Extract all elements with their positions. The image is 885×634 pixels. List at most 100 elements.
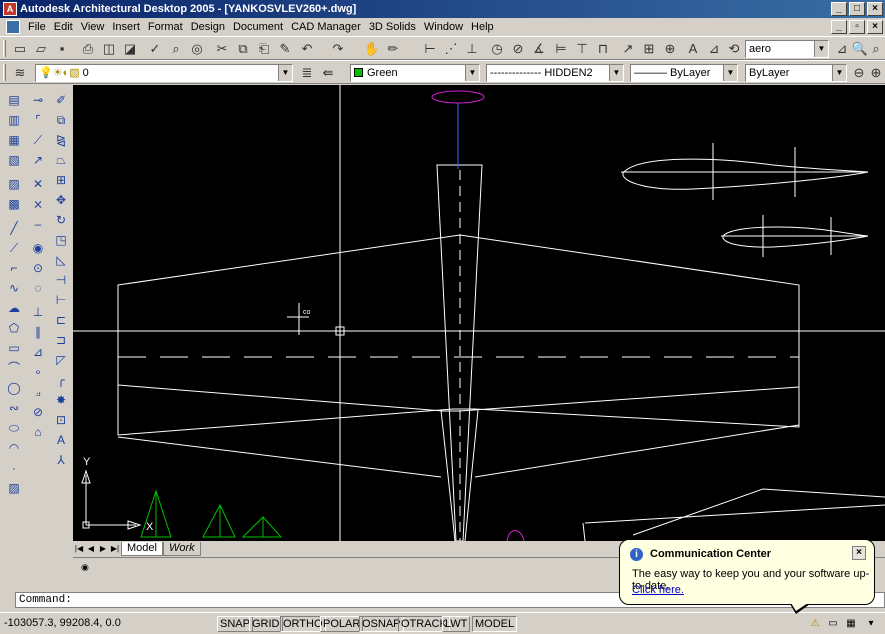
dimension-aligned-icon[interactable]: ⋰ [441,39,461,59]
cut-icon[interactable]: ✂ [212,39,232,59]
revcloud-icon[interactable]: ∾ [4,399,24,417]
scroll-icon[interactable]: ◉ [81,562,89,573]
door-icon[interactable]: ▥ [4,111,24,129]
ortho-toggle[interactable]: ORTHO [280,616,326,632]
dimension-style-icon[interactable]: ⊿ [832,39,852,59]
break-icon[interactable]: ⊏ [51,311,71,329]
status-menu-icon[interactable]: ▾ [864,617,878,630]
line-icon[interactable]: ╱ [4,219,24,237]
paste-icon[interactable]: ⎗ [254,39,274,59]
point-icon[interactable]: · [4,459,24,477]
construction-line-icon[interactable]: ⟋ [4,239,24,257]
trim-icon[interactable]: ⊣ [51,271,71,289]
wall-icon[interactable]: ▤ [4,91,24,109]
redo-icon[interactable]: ↷ [328,39,348,59]
tab-work[interactable]: Work [162,541,201,556]
menu-help[interactable]: Help [467,21,498,33]
minimize-button[interactable]: _ [831,2,847,16]
save-icon[interactable]: ▪ [52,39,72,59]
polyline-icon[interactable]: ⌐ [4,259,24,277]
corner-icon[interactable]: ⌜ [28,111,48,129]
coordinates-readout[interactable]: -103057.3, 99208.4, 0.0 [4,617,121,629]
menu-insert[interactable]: Insert [108,21,144,33]
next-tab-icon[interactable]: ▶ [97,543,109,555]
undo-icon[interactable]: ↶ [297,39,317,59]
target-icon[interactable]: ◉ [28,239,48,257]
leader-icon[interactable]: ↗ [618,39,638,59]
pan-icon[interactable]: ✋ [362,39,382,59]
none-snap-icon[interactable]: ⊘ [28,403,48,421]
lineweight-combo[interactable]: ——— ByLayer ▼ [630,64,738,82]
maximize-button[interactable]: □ [849,2,865,16]
dimension-text-edit-icon[interactable]: ⊿ [704,39,724,59]
menu-view[interactable]: View [77,21,109,33]
linetype-combo[interactable]: -------------- HIDDEN2 ▼ [486,64,624,82]
polygon-icon[interactable]: ⬠ [4,319,24,337]
parallel-icon[interactable]: ∥ [28,323,48,341]
snap-settings-icon[interactable]: ⌂ [28,423,48,441]
match-properties-icon[interactable]: ✎ [275,39,295,59]
doc-restore-button[interactable]: ▫ [849,20,865,34]
redraw-icon[interactable]: ◎ [187,39,207,59]
line-tool-icon[interactable]: ⊸ [28,91,48,109]
match-icon[interactable]: ⌕ [166,39,186,59]
new-file-icon[interactable]: ▭ [10,39,30,59]
erase-icon[interactable]: ✐ [51,91,71,109]
doc-minimize-button[interactable]: _ [831,20,847,34]
tray-settings-icon[interactable]: ▦ [844,617,858,630]
stretch-icon[interactable]: ◺ [51,251,71,269]
spell-check-icon[interactable]: ✓ [145,39,165,59]
dimension-radius-icon[interactable]: ◷ [487,39,507,59]
menu-design[interactable]: Design [187,21,229,33]
balloon-close-button[interactable]: × [852,546,866,560]
array-icon[interactable]: ⊞ [51,171,71,189]
circle-icon[interactable]: ◯ [4,379,24,397]
quick-dimension-icon[interactable]: ⊨ [551,39,571,59]
polar-toggle[interactable]: POLAR [320,616,364,632]
layer-manager-icon[interactable]: ≋ [10,63,30,83]
close-button[interactable]: × [867,2,883,16]
nearest-icon[interactable]: ⟓ [28,383,48,401]
dimension-ordinate-icon[interactable]: ⊥ [462,39,482,59]
rectangle-icon[interactable]: ▭ [4,339,24,357]
ray-icon[interactable]: ↗ [28,151,48,169]
chevron-down-icon[interactable]: ▼ [609,65,623,81]
menu-cad-manager[interactable]: CAD Manager [287,21,365,33]
fillet-icon[interactable]: ╭ [51,371,71,389]
baseline-dimension-icon[interactable]: ⊤ [572,39,592,59]
dimension-edit-icon[interactable]: A [683,39,703,59]
copy-icon[interactable]: ⧉ [233,39,253,59]
toolbar-grip[interactable] [3,40,6,57]
continue-dimension-icon[interactable]: ⊓ [593,39,613,59]
toolbar-grip[interactable] [3,64,6,81]
window-tool-icon[interactable]: ▦ [4,131,24,149]
menu-edit[interactable]: Edit [50,21,77,33]
cloud-icon[interactable]: ☁ [4,299,24,317]
ellipse-arc-icon[interactable]: ◠ [4,439,24,457]
doc-close-button[interactable]: × [867,20,883,34]
rotate-icon[interactable]: ↻ [51,211,71,229]
prev-tab-icon[interactable]: ◀ [85,543,97,555]
offset-icon[interactable]: ⏢ [51,151,71,169]
osnap-toggle[interactable]: OSNAP [359,616,404,632]
spline-icon[interactable]: ∿ [4,279,24,297]
opening-icon[interactable]: ▧ [4,151,24,169]
slash-line-icon[interactable]: ⟋ [28,131,48,149]
snap-toggle[interactable]: SNAP [217,616,253,632]
copy-object-icon[interactable]: ⧉ [51,111,71,129]
menu-window[interactable]: Window [420,21,467,33]
color-combo[interactable]: Green ▼ [350,64,480,82]
chevron-down-icon[interactable]: ▼ [832,65,846,81]
dimension-linear-icon[interactable]: ⊢ [420,39,440,59]
dash-icon[interactable]: – [28,215,48,233]
dimension-angular-icon[interactable]: ∡ [529,39,549,59]
menu-file[interactable]: File [24,21,50,33]
insert-icon[interactable]: ⊿ [28,343,48,361]
hatch-icon[interactable]: ▨ [4,479,24,497]
communication-center-icon[interactable]: ⚠ [808,617,822,630]
app-icon[interactable]: A [3,2,17,16]
last-tab-icon[interactable]: ▶| [109,543,121,555]
make-object-layer-current-icon[interactable]: ≣ [297,63,317,83]
zoom-window-icon[interactable]: ⌕ [866,39,885,59]
dimension-diameter-icon[interactable]: ⊘ [508,39,528,59]
